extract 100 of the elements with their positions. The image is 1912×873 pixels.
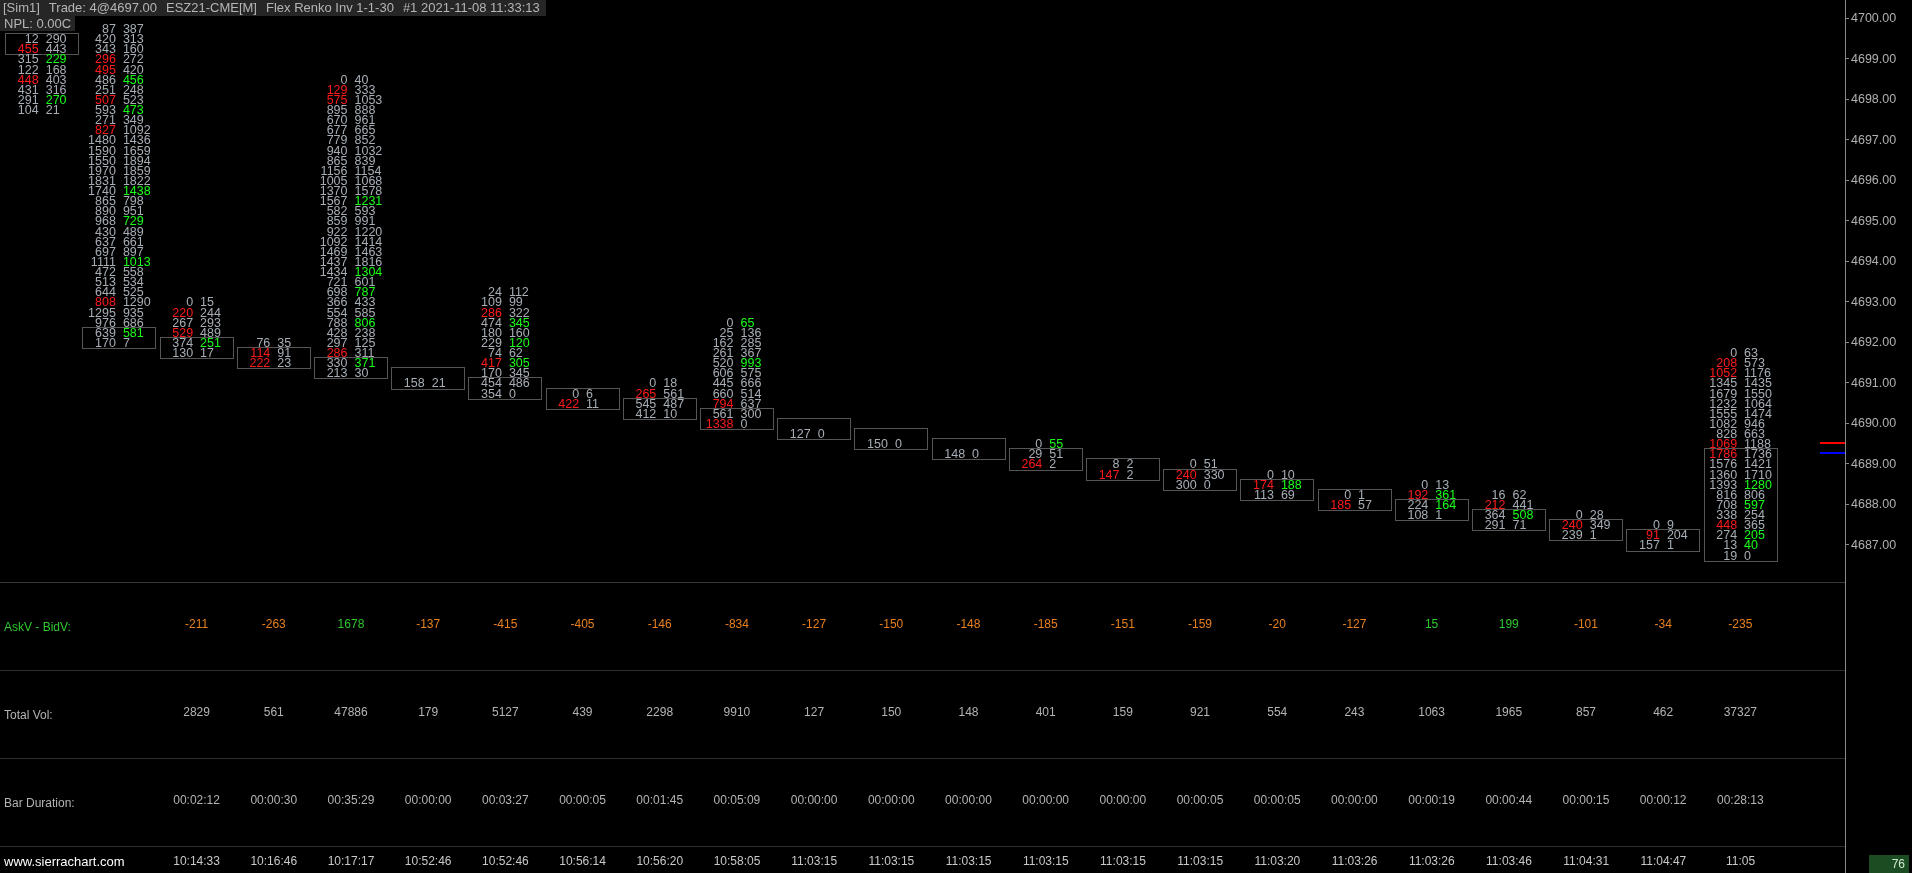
table-cell-text: -151 <box>1110 616 1135 633</box>
bid-volume: 240 <box>1561 520 1583 531</box>
ask-volume: 361 <box>1435 489 1457 500</box>
ask-volume: 1290 <box>122 297 151 308</box>
table-cell-text: 5127 <box>492 704 519 721</box>
bid-volume: 0 <box>1652 520 1660 531</box>
ask-volume: 1188 <box>1744 439 1771 450</box>
ask-volume: 486 <box>508 378 530 389</box>
ask-volume: 1822 <box>122 175 151 187</box>
time-label: 11:03:26 <box>1408 854 1455 868</box>
ask-volume: 443 <box>45 44 67 55</box>
table-cell-text: 00:05:09 <box>713 792 761 809</box>
bid-volume: 593 <box>95 105 116 116</box>
ask-volume: 593 <box>354 206 376 217</box>
ask-volume: 28 <box>1589 510 1604 521</box>
bid-volume: 0 <box>1575 510 1583 521</box>
bid-volume: 1970 <box>88 165 116 176</box>
bid-volume: 828 <box>1716 429 1738 440</box>
bid-volume: 239 <box>1561 530 1583 541</box>
bid-volume: 1555 <box>1709 408 1738 419</box>
table-cell-text: -159 <box>1188 616 1213 633</box>
table-cell-text: -137 <box>416 616 441 633</box>
ask-volume: 456 <box>122 74 144 85</box>
bid-volume: 1345 <box>1709 378 1738 389</box>
ask-volume: 69 <box>1280 489 1295 500</box>
ask-volume: 30 <box>354 368 369 379</box>
bid-volume: 697 <box>95 246 116 257</box>
bid-volume: 639 <box>95 327 116 338</box>
ask-volume: 686 <box>122 317 144 328</box>
ask-volume: 473 <box>122 105 144 116</box>
bid-volume: 261 <box>712 348 734 359</box>
bid-volume: 808 <box>95 297 116 308</box>
bid-volume: 430 <box>95 226 116 237</box>
table-cell-text: 00:00:00 <box>790 792 838 809</box>
ask-volume: 1736 <box>1744 449 1772 460</box>
ask-volume: 525 <box>122 287 144 298</box>
table-cell-text: 150 <box>881 704 902 721</box>
bid-volume: 25 <box>719 327 734 338</box>
table-cell-text: -263 <box>261 616 286 633</box>
ask-volume: 839 <box>354 155 376 166</box>
bid-volume: 343 <box>95 44 116 55</box>
price-label: 4690.00 <box>1851 416 1897 430</box>
table-cell-text: 1063 <box>1418 704 1445 721</box>
bid-volume: 976 <box>95 317 116 328</box>
ask-volume: 665 <box>354 125 376 136</box>
bid-volume: 1576 <box>1709 459 1738 470</box>
table-cell-text: 00:35:29 <box>327 792 375 809</box>
table-cell-text: 561 <box>263 704 284 721</box>
ask-price-marker <box>1820 452 1845 454</box>
bid-volume: 1393 <box>1709 479 1738 490</box>
time-label: 11:03:15 <box>1100 854 1146 868</box>
bid-volume: 129 <box>326 84 348 95</box>
ask-volume: 40 <box>1744 540 1758 551</box>
ask-volume: 205 <box>1744 530 1765 541</box>
bid-volume: 91 <box>1646 530 1660 541</box>
table-cell-text: 00:00:30 <box>250 792 298 809</box>
bid-volume: 1370 <box>319 186 348 197</box>
bid-volume: 637 <box>95 236 116 247</box>
bid-volume: 122 <box>17 64 39 75</box>
bid-volume: 251 <box>95 84 116 95</box>
ask-volume: 1438 <box>122 186 151 197</box>
ask-volume: 433 <box>354 297 376 308</box>
table-cell-text: -211 <box>185 616 209 633</box>
table-cell-text: -185 <box>1033 616 1058 633</box>
bid-volume: 24 <box>488 287 502 298</box>
bid-volume: 87 <box>102 24 116 35</box>
bid-volume: 788 <box>326 317 348 328</box>
ask-volume: 0 <box>972 449 980 460</box>
ask-volume: 254 <box>1744 510 1765 521</box>
ask-volume: 575 <box>740 368 762 379</box>
table-cell-text: -127 <box>1342 616 1367 633</box>
ask-volume: 316 <box>45 84 67 95</box>
bid-volume: 374 <box>172 337 194 349</box>
bid-volume: 76 <box>256 337 271 349</box>
bid-volume: 1295 <box>88 307 116 318</box>
ask-volume: 285 <box>740 337 762 349</box>
table-cell-text: -101 <box>1573 616 1598 633</box>
bid-volume: 513 <box>95 277 116 288</box>
bid-volume: 417 <box>481 358 502 369</box>
bid-volume: 0 <box>1421 479 1429 490</box>
table-cell-text: -235 <box>1728 616 1753 633</box>
ask-volume: 188 <box>1280 479 1302 490</box>
table-cell-text: 857 <box>1575 704 1596 721</box>
ask-volume: 1578 <box>354 186 383 197</box>
table-cell-text: 554 <box>1267 704 1288 721</box>
ask-volume: 1176 <box>1744 368 1771 379</box>
website-link[interactable]: www.sierrachart.com <box>4 854 125 869</box>
ask-volume: 112 <box>508 287 529 298</box>
bid-volume: 865 <box>326 155 348 166</box>
ask-volume: 1231 <box>354 196 383 207</box>
bid-volume: 507 <box>95 94 116 106</box>
ask-volume: 17 <box>200 348 214 359</box>
row-label: AskV - BidV: <box>3 619 71 634</box>
ask-volume: 806 <box>354 317 376 328</box>
table-cell-text: -20 <box>1268 616 1286 633</box>
table-cell-text: 199 <box>1498 616 1519 633</box>
bid-volume: 1831 <box>88 175 116 187</box>
ask-volume: 0 <box>740 418 748 430</box>
ask-volume: 15 <box>200 297 214 308</box>
bid-volume: 0 <box>1344 489 1352 500</box>
